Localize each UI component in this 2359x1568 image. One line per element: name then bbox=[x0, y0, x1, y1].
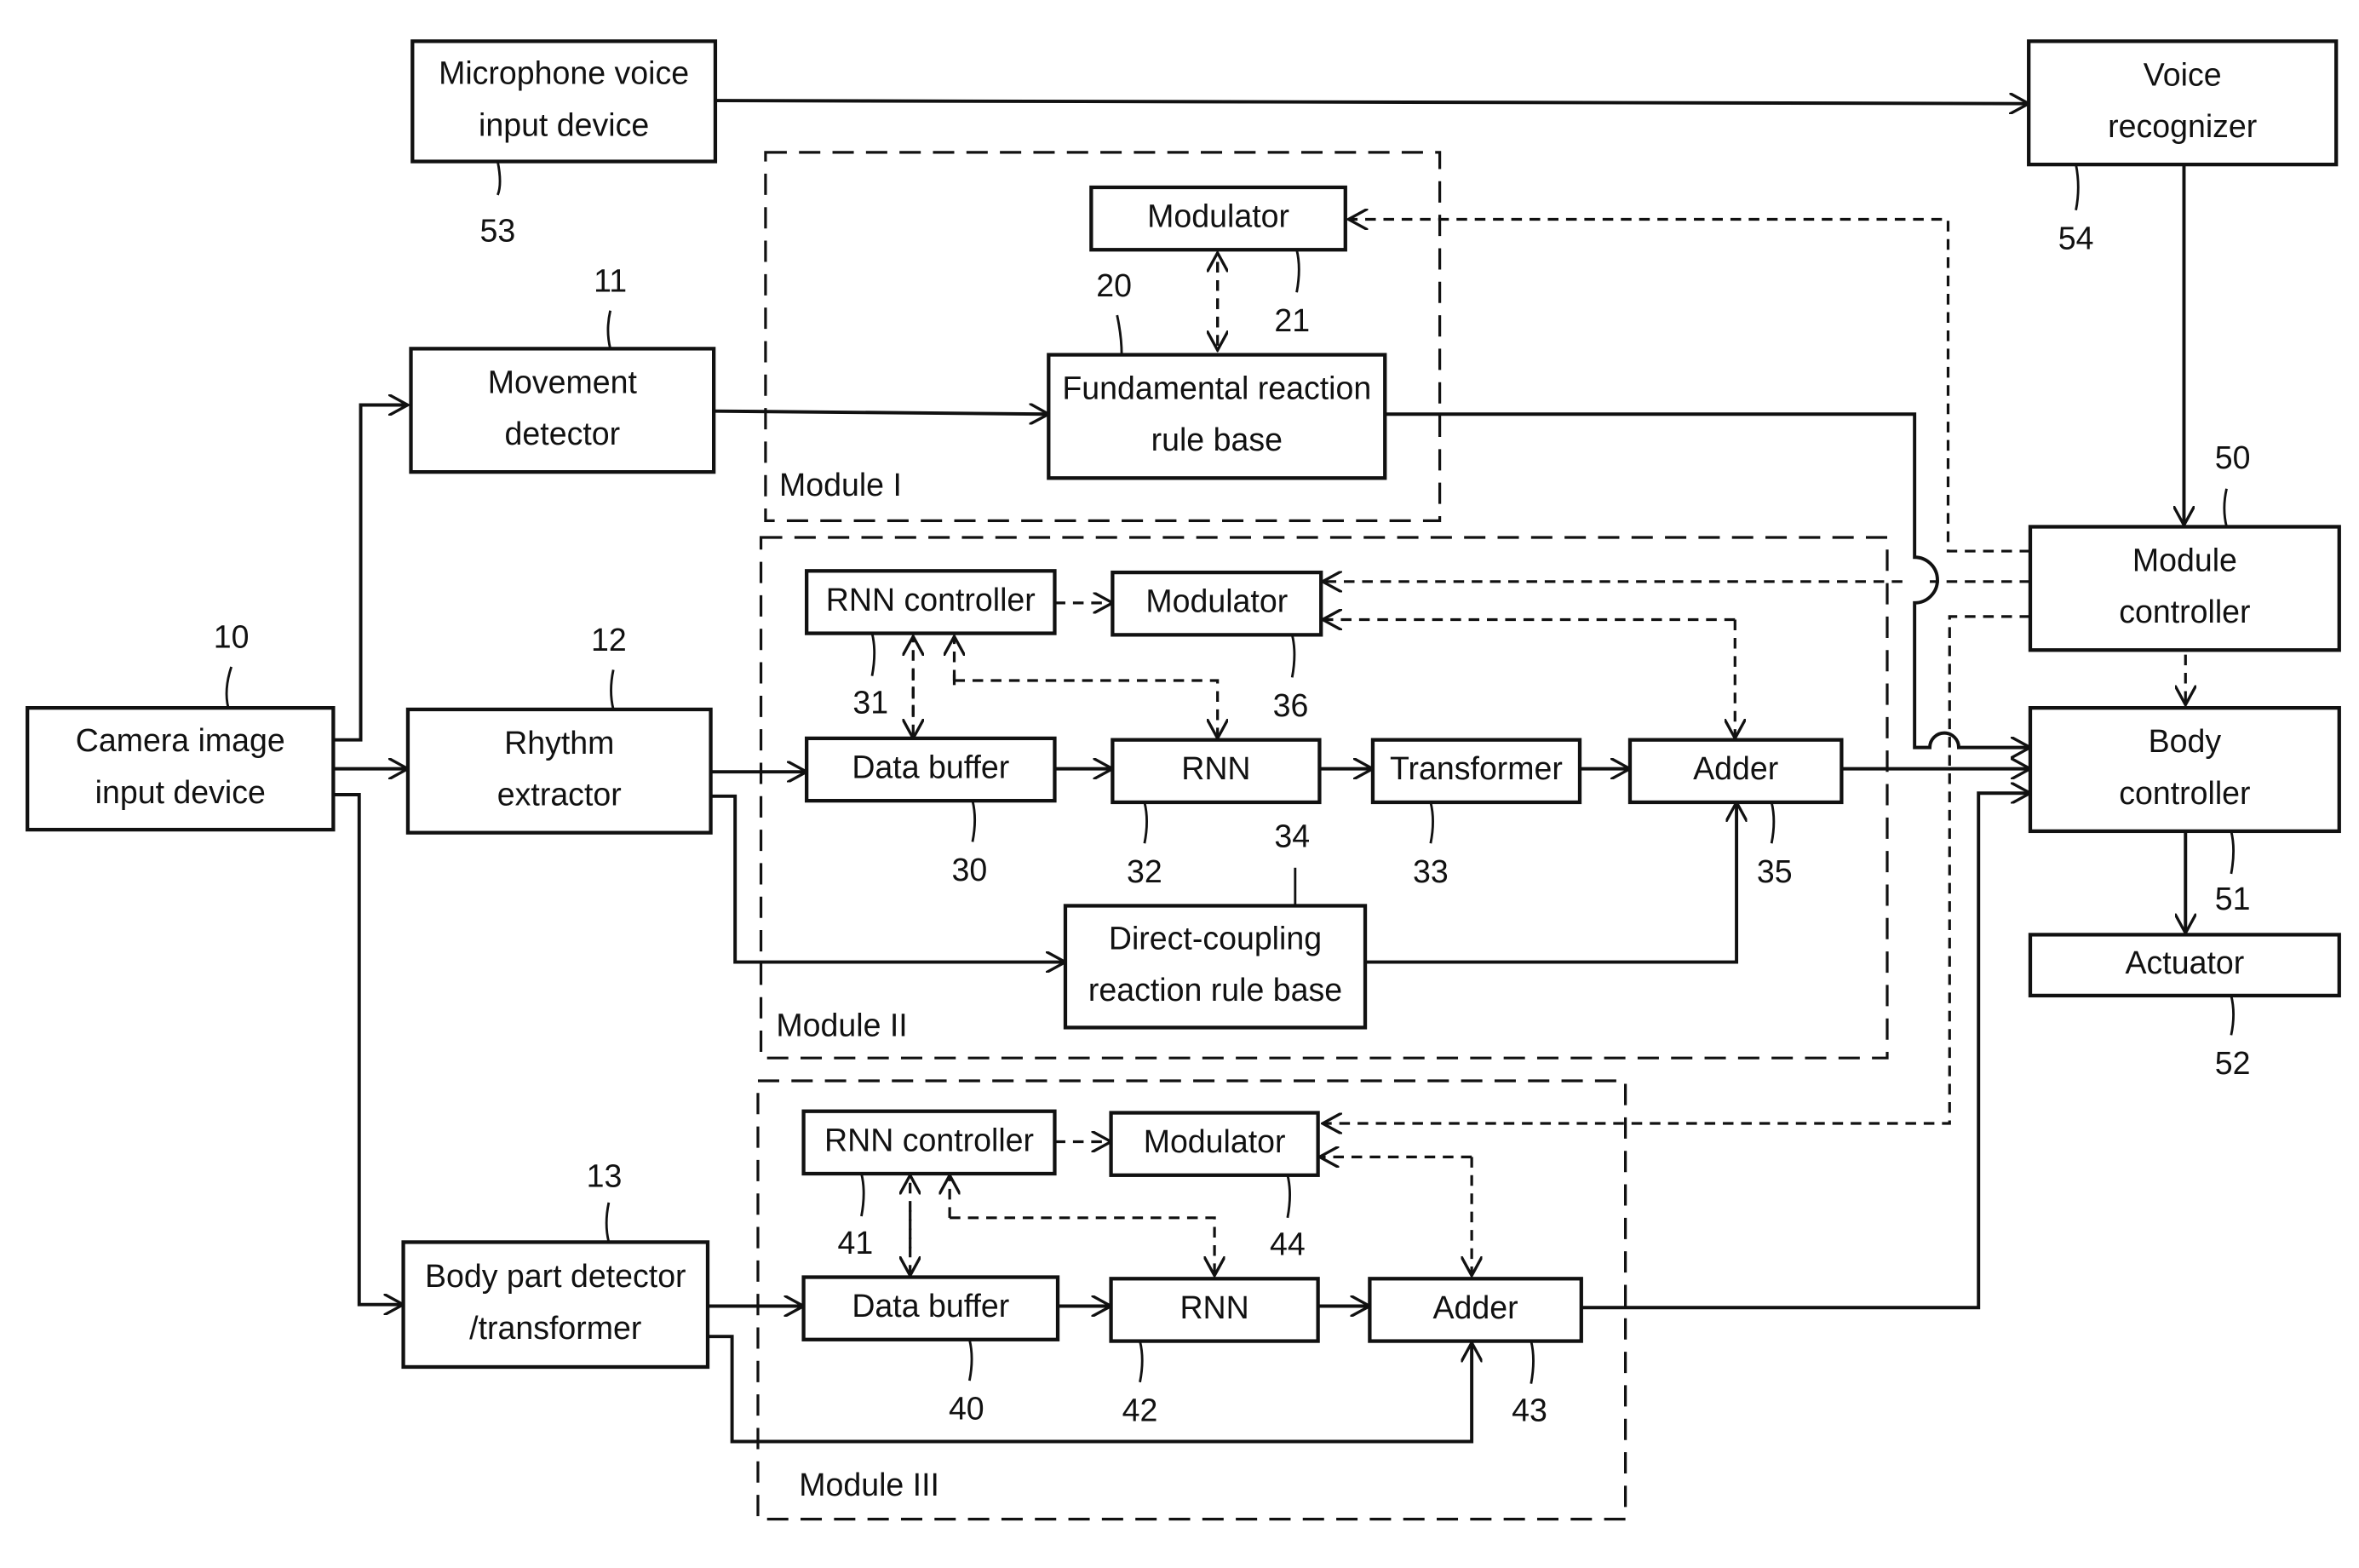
block-add3: Adder 43 bbox=[1368, 1277, 1583, 1427]
block-label: Camera image bbox=[76, 722, 285, 758]
block-label: Body bbox=[2149, 723, 2222, 759]
reference-numeral: 35 bbox=[1757, 853, 1793, 889]
block-label: recognizer bbox=[2108, 108, 2257, 144]
block-actuator: Actuator 52 bbox=[2028, 933, 2341, 1081]
block-label: Adder bbox=[1693, 750, 1778, 786]
block-label: RNN controller bbox=[824, 1122, 1034, 1157]
reference-leader-line bbox=[606, 310, 612, 349]
block-label: Modulator bbox=[1147, 198, 1289, 233]
reference-numeral: 51 bbox=[2215, 881, 2251, 916]
reference-numeral: 30 bbox=[952, 852, 988, 887]
blocks: Microphone voice input device 53 Voice recog… bbox=[26, 39, 2341, 1427]
reference-numeral: 31 bbox=[852, 684, 888, 720]
reference-leader-line bbox=[1530, 1341, 1535, 1384]
block-mic: Microphone voice input device 53 bbox=[410, 39, 718, 248]
reference-numeral: 44 bbox=[1270, 1226, 1306, 1262]
block-label: RNN bbox=[1181, 750, 1250, 786]
block-rnnc2: RNN controller 31 bbox=[805, 569, 1057, 720]
reference-leader-line bbox=[971, 800, 977, 842]
reference-numeral: 12 bbox=[591, 622, 627, 658]
block-buf3: Data buffer 40 bbox=[801, 1275, 1060, 1427]
block-label: Fundamental reaction bbox=[1062, 370, 1371, 405]
block-label: /transformer bbox=[469, 1310, 641, 1346]
reference-leader-line bbox=[2075, 164, 2080, 211]
block-label: Modulator bbox=[1144, 1123, 1286, 1159]
reference-numeral: 40 bbox=[949, 1391, 984, 1427]
block-rhythm: Rhythm extractor 12 bbox=[405, 622, 713, 835]
block-label: Rhythm bbox=[504, 725, 614, 761]
reference-leader-line bbox=[860, 1173, 865, 1217]
block-label: RNN bbox=[1180, 1289, 1248, 1325]
module-2-label: Module II bbox=[776, 1007, 907, 1042]
block-label: Data buffer bbox=[852, 1288, 1009, 1324]
block-label: Voice bbox=[2144, 56, 2222, 92]
block-trans: Transformer 33 bbox=[1370, 738, 1582, 889]
block-label: Direct-coupling bbox=[1109, 920, 1322, 956]
reference-leader-line bbox=[610, 669, 615, 710]
reference-numeral: 53 bbox=[480, 212, 516, 248]
reference-numeral: 42 bbox=[1122, 1392, 1158, 1427]
reference-numeral: 50 bbox=[2215, 439, 2251, 475]
block-dcrrb: Direct-coupling reaction rule base 34 bbox=[1063, 818, 1368, 1030]
reference-numeral: 33 bbox=[1413, 853, 1449, 889]
block-bodypart: Body part detector/transformer 13 bbox=[401, 1157, 710, 1370]
reference-leader-line bbox=[1290, 635, 1296, 678]
module-3-label: Module III bbox=[799, 1467, 939, 1502]
block-rnn3: RNN 42 bbox=[1109, 1277, 1320, 1427]
block-rnnc3: RNN controller 41 bbox=[801, 1109, 1057, 1261]
block-camera: Camera image input device 10 bbox=[26, 619, 336, 832]
block-mod3: Modulator 44 bbox=[1109, 1111, 1320, 1262]
block-label: Data buffer bbox=[852, 749, 1009, 784]
block-label: controller bbox=[2119, 594, 2250, 629]
reference-numeral: 21 bbox=[1274, 302, 1310, 338]
block-move: Movement detector 11 bbox=[409, 262, 716, 474]
reference-numeral: 10 bbox=[214, 619, 250, 655]
block-buf2: Data buffer 30 bbox=[805, 736, 1057, 887]
reference-numeral: 41 bbox=[837, 1225, 873, 1261]
reference-numeral: 11 bbox=[594, 262, 627, 298]
reference-leader-line bbox=[1116, 314, 1123, 355]
reference-leader-line bbox=[1139, 1341, 1144, 1383]
block-label: Module bbox=[2132, 542, 2237, 577]
reference-numeral: 34 bbox=[1274, 818, 1310, 854]
reference-numeral: 43 bbox=[1512, 1392, 1547, 1427]
block-label: input device bbox=[479, 106, 649, 142]
reference-leader-line bbox=[870, 633, 876, 676]
block-label: Modulator bbox=[1145, 583, 1288, 619]
reference-numeral: 20 bbox=[1096, 267, 1132, 303]
block-label: Body part detector bbox=[425, 1258, 686, 1294]
block-label: controller bbox=[2119, 775, 2250, 811]
reference-leader-line bbox=[967, 1339, 973, 1381]
block-label: extractor bbox=[497, 777, 622, 813]
block-label: Microphone voice bbox=[439, 55, 689, 91]
block-label: reaction rule base bbox=[1088, 972, 1342, 1008]
reference-leader-line bbox=[2223, 488, 2228, 527]
reference-leader-line bbox=[1286, 1175, 1291, 1219]
reference-leader-line bbox=[1295, 249, 1300, 293]
block-label: detector bbox=[505, 416, 621, 451]
module-1-label: Module I bbox=[779, 467, 902, 503]
reference-leader-line bbox=[2230, 830, 2235, 875]
reference-numeral: 52 bbox=[2215, 1045, 2251, 1081]
block-label: Transformer bbox=[1390, 750, 1563, 786]
block-label: Movement bbox=[488, 364, 638, 399]
block-label: input device bbox=[95, 774, 266, 810]
block-label: rule base bbox=[1151, 422, 1283, 457]
reference-numeral: 32 bbox=[1127, 853, 1162, 889]
reference-leader-line bbox=[1143, 801, 1149, 844]
reference-leader-line bbox=[2230, 995, 2235, 1036]
block-rnn2: RNN 32 bbox=[1111, 738, 1322, 889]
reference-leader-line bbox=[605, 1202, 611, 1243]
reference-leader-line bbox=[1770, 801, 1776, 844]
reference-numeral: 54 bbox=[2058, 220, 2094, 256]
block-diagram: Module I Module II Module III Microphone… bbox=[26, 39, 2341, 1521]
block-label: RNN controller bbox=[826, 582, 1036, 617]
reference-leader-line bbox=[496, 161, 502, 196]
reference-numeral: 13 bbox=[587, 1157, 623, 1193]
reference-numeral: 36 bbox=[1273, 687, 1309, 723]
reference-leader-line bbox=[1429, 801, 1434, 844]
block-label: Adder bbox=[1433, 1289, 1518, 1325]
block-label: Actuator bbox=[2126, 945, 2245, 980]
reference-leader-line bbox=[225, 666, 232, 709]
